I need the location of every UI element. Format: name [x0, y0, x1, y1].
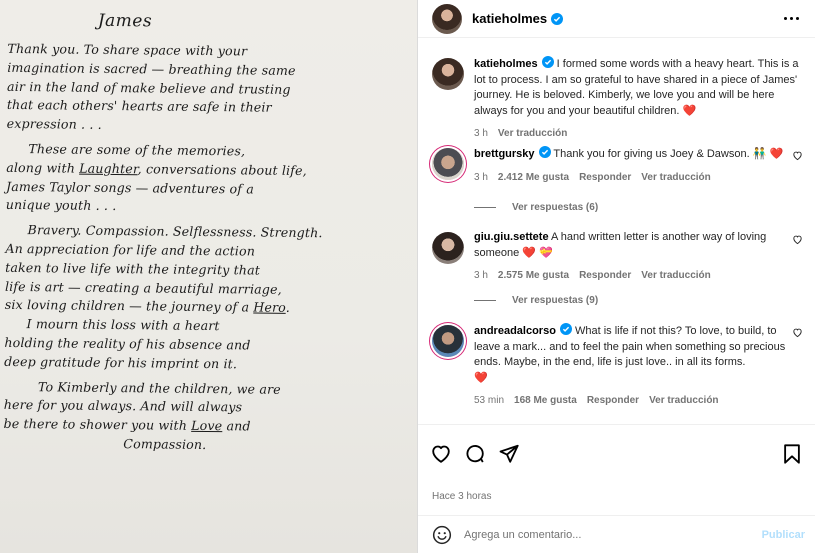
comment-time[interactable]: 3 h: [474, 170, 488, 186]
comment-time[interactable]: 3 h: [474, 268, 488, 284]
caption: katieholmes I formed some words with a h…: [418, 56, 815, 142]
letter-line: expression . . .: [6, 116, 102, 133]
letter-line: deep gratitude for his imprint on it.: [4, 353, 238, 372]
heart-emoji: ❤️: [682, 104, 697, 117]
more-options-icon[interactable]: [779, 7, 803, 31]
reply-button[interactable]: Responder: [579, 170, 631, 186]
verified-icon: [538, 146, 551, 158]
comment-time[interactable]: 53 min: [474, 393, 504, 409]
view-replies-label: Ver respuestas (9): [512, 295, 599, 306]
reply-button[interactable]: Responder: [579, 268, 631, 284]
comment-input[interactable]: [464, 528, 762, 541]
comment-likes[interactable]: 2.575 Me gusta: [498, 268, 569, 284]
heart-icon[interactable]: [430, 443, 452, 465]
comment-item: andreadalcorso What is life if not this?…: [418, 323, 815, 409]
view-replies-button[interactable]: Ver respuestas (6): [474, 202, 598, 213]
comment-emoji: 👬 ❤️: [752, 148, 784, 160]
verified-icon: [559, 323, 572, 335]
avatar[interactable]: [432, 3, 462, 34]
comment-username[interactable]: andreadalcorso: [474, 325, 556, 337]
emoji-icon[interactable]: [432, 525, 452, 545]
add-comment-bar: Publicar: [418, 515, 815, 553]
view-replies-label: Ver respuestas (6): [512, 202, 599, 213]
comment-icon[interactable]: [464, 443, 486, 465]
comments-list[interactable]: katieholmes I formed some words with a h…: [418, 52, 815, 424]
letter-title: James: [97, 10, 153, 32]
translate-link[interactable]: Ver traducción: [641, 268, 710, 284]
letter-line: Compassion.: [123, 436, 207, 452]
translate-link[interactable]: Ver traducción: [498, 126, 567, 142]
post-time-ago[interactable]: Hace 3 horas: [432, 491, 491, 502]
comment-item: giu.giu.settete A hand written letter is…: [418, 230, 815, 284]
comment-emoji: ❤️: [474, 371, 488, 384]
bookmark-icon[interactable]: [781, 443, 803, 465]
comment-username[interactable]: brettgursky: [474, 148, 535, 160]
like-comment-heart-icon[interactable]: [792, 234, 803, 245]
comment-text: Thank you for giving us Joey & Dawson.: [550, 148, 753, 160]
like-comment-heart-icon[interactable]: [792, 327, 803, 338]
translate-link[interactable]: Ver traducción: [641, 170, 710, 186]
post-header: katieholmes: [418, 0, 815, 38]
letter-line: unique youth . . .: [5, 197, 117, 214]
avatar[interactable]: [432, 58, 464, 90]
handwritten-letter: James Thank you. To share space with you…: [0, 0, 417, 553]
comment-likes[interactable]: 168 Me gusta: [514, 393, 577, 409]
avatar[interactable]: [432, 232, 464, 264]
reply-button[interactable]: Responder: [587, 393, 639, 409]
verified-icon: [551, 12, 564, 25]
like-comment-heart-icon[interactable]: [792, 150, 803, 161]
publish-button[interactable]: Publicar: [762, 529, 805, 541]
header-username[interactable]: katieholmes: [472, 11, 547, 26]
post-dialog: James Thank you. To share space with you…: [0, 0, 815, 553]
comment-emoji: ❤️ 💝: [522, 246, 553, 259]
avatar[interactable]: [432, 325, 464, 357]
comment-item: brettgursky Thank you for giving us Joey…: [418, 146, 815, 185]
verified-icon: [541, 56, 554, 68]
translate-link[interactable]: Ver traducción: [649, 393, 718, 409]
post-actions: [418, 424, 815, 466]
post-image[interactable]: James Thank you. To share space with you…: [0, 0, 418, 553]
avatar[interactable]: [432, 148, 464, 180]
post-side-panel: katieholmes katieholmes I formed some wo…: [418, 0, 815, 553]
share-icon[interactable]: [498, 443, 520, 465]
caption-time[interactable]: 3 h: [474, 126, 488, 142]
comment-username[interactable]: giu.giu.settete: [474, 231, 549, 243]
caption-username[interactable]: katieholmes: [474, 58, 538, 70]
letter-line: be there to shower you with Love and: [3, 416, 251, 434]
view-replies-button[interactable]: Ver respuestas (9): [474, 295, 598, 306]
comment-likes[interactable]: 2.412 Me gusta: [498, 170, 569, 186]
